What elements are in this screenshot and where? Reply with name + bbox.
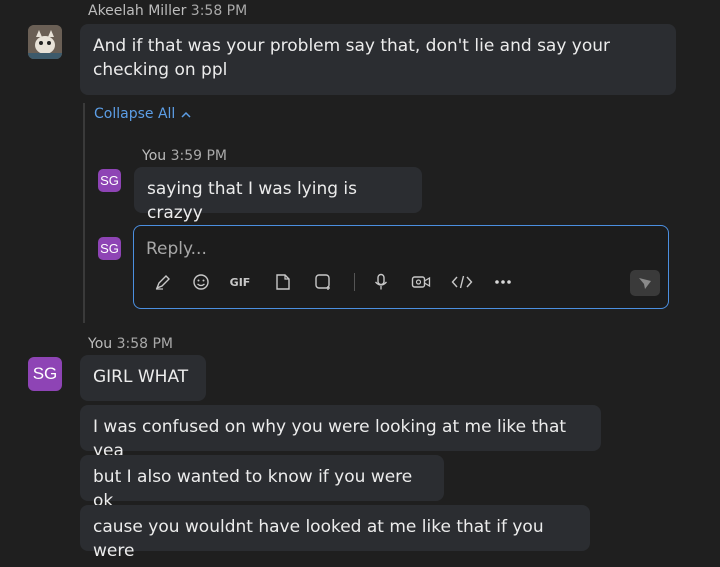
gif-label: GIF bbox=[229, 275, 251, 289]
gif-button[interactable]: GIF bbox=[226, 270, 254, 294]
video-button[interactable] bbox=[409, 270, 433, 294]
format-button[interactable] bbox=[152, 270, 174, 294]
reply-input[interactable] bbox=[144, 234, 618, 264]
sticker-icon bbox=[276, 274, 290, 290]
send-button[interactable] bbox=[630, 270, 660, 296]
collapse-all-label: Collapse All bbox=[94, 106, 176, 122]
send-icon bbox=[639, 278, 651, 289]
reply-bubble: saying that I was lying is crazyy bbox=[134, 167, 422, 223]
sticker-button[interactable] bbox=[272, 270, 294, 294]
message-bubble: And if that was your problem say that, d… bbox=[80, 24, 676, 95]
avatar-image bbox=[28, 25, 62, 59]
pen-format-icon bbox=[155, 275, 170, 290]
loop-button[interactable] bbox=[312, 270, 336, 294]
audio-button[interactable] bbox=[370, 270, 392, 294]
thread-line bbox=[83, 103, 85, 323]
timestamp: 3:59 PM bbox=[170, 148, 228, 164]
code-button[interactable] bbox=[450, 270, 474, 294]
toolbar-divider bbox=[354, 273, 355, 291]
author-name: You bbox=[88, 336, 113, 352]
avatar[interactable]: SG bbox=[98, 237, 121, 260]
timestamp: 3:58 PM bbox=[190, 3, 248, 19]
collapse-all-button[interactable]: Collapse All bbox=[94, 106, 191, 122]
message-bubble: cause you wouldnt have looked at me like… bbox=[80, 505, 590, 561]
timestamp: 3:58 PM bbox=[116, 336, 174, 352]
avatar[interactable] bbox=[28, 25, 62, 59]
code-icon bbox=[451, 275, 473, 289]
microphone-icon bbox=[375, 273, 387, 290]
chevron-up-icon bbox=[181, 106, 191, 122]
emoji-icon bbox=[193, 274, 209, 290]
message-header: You 3:58 PM bbox=[88, 336, 173, 352]
message-text-line: checking on ppl bbox=[93, 60, 228, 80]
more-icon bbox=[495, 280, 511, 284]
message-text-line: And if that was your problem say that, d… bbox=[93, 36, 611, 56]
video-camera-icon bbox=[411, 276, 431, 288]
reply-header: You 3:59 PM bbox=[142, 148, 227, 164]
author-name: Akeelah Miller bbox=[88, 3, 187, 19]
author-name: You bbox=[142, 148, 167, 164]
avatar[interactable]: SG bbox=[28, 357, 62, 391]
message-header: Akeelah Miller 3:58 PM bbox=[88, 3, 247, 19]
more-options-button[interactable] bbox=[492, 270, 514, 294]
message-bubble: but I also wanted to know if you were ok bbox=[80, 455, 444, 511]
message-bubble: I was confused on why you were looking a… bbox=[80, 405, 601, 461]
reply-composer: GIF bbox=[133, 225, 669, 309]
emoji-button[interactable] bbox=[190, 270, 212, 294]
message-bubble: GIRL WHAT bbox=[80, 355, 206, 401]
loop-component-icon bbox=[315, 274, 330, 290]
avatar[interactable]: SG bbox=[98, 169, 121, 192]
